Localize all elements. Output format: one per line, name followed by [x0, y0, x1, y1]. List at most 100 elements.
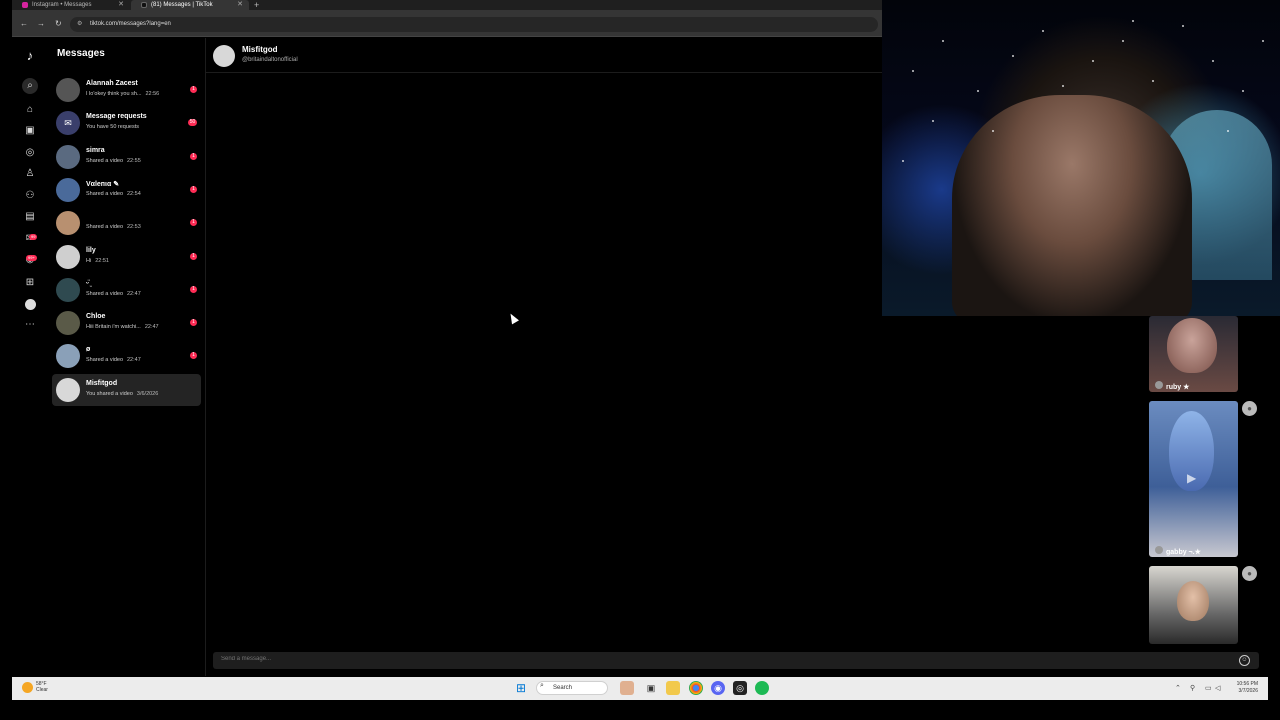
star-light	[977, 90, 979, 92]
unread-badge: 1	[190, 285, 197, 293]
avatar	[56, 344, 80, 369]
unread-badge: 1	[190, 219, 197, 227]
network-icon[interactable]: ▭	[1205, 684, 1212, 692]
spotify-icon[interactable]	[755, 681, 769, 695]
conversation-preview: You shared a video 3/6/2026	[86, 391, 158, 397]
reel-author: ruby ★	[1155, 376, 1189, 392]
list-divider	[205, 38, 206, 676]
chat-name[interactable]: Misfitgod	[242, 45, 278, 54]
reload-icon[interactable]: ↻	[55, 19, 62, 28]
conversation-preview: Hiii Britain i'm watchi... 22:47	[86, 324, 159, 330]
conversation-row[interactable]: Alannah Zacest I lo'okey think you sh... 2…	[52, 74, 201, 106]
task-view-icon[interactable]: ▣	[644, 681, 658, 695]
volume-icon[interactable]: ◁	[1215, 684, 1220, 692]
avatar	[56, 211, 80, 236]
play-icon: ▶	[1187, 471, 1197, 485]
preview-text: You shared a video	[86, 390, 133, 397]
explore-icon[interactable]: ◎	[22, 146, 38, 160]
discord-icon[interactable]: ◉	[711, 681, 725, 695]
obs-icon[interactable]: ◎	[733, 681, 747, 695]
live-icon[interactable]: ▤	[22, 210, 38, 224]
chat-handle[interactable]: @britaindaltonofficial	[242, 57, 298, 63]
message-input[interactable]	[221, 656, 521, 662]
conversation-row[interactable]: Shared a video 22:53 1	[52, 207, 201, 239]
weather-widget[interactable]: 58°F Clear	[36, 681, 48, 693]
conversation-preview: Shared a video 22:55	[86, 158, 141, 164]
conversation-row[interactable]: simra Shared a video 22:55 1	[52, 141, 201, 173]
conversation-name: Misfitgod	[86, 379, 118, 387]
mic-icon[interactable]: ⚲	[1190, 684, 1195, 692]
profile-icon[interactable]	[25, 299, 36, 310]
conversation-row[interactable]: lily Hi 22:51 1	[52, 241, 201, 273]
conversation-name: Message requests	[86, 113, 147, 121]
preview-text: You have 50 requests	[86, 124, 140, 131]
avatar	[56, 377, 80, 402]
star-light	[1122, 40, 1124, 42]
chat-header-divider	[205, 72, 882, 73]
conversation-row[interactable]: ᵕ̈ ̫ Shared a video 22:47 1	[52, 274, 201, 306]
site-info-icon[interactable]: ⚙	[77, 20, 82, 27]
preview-time: 22:53	[127, 224, 141, 231]
reel-thumbnail[interactable]: ruby ★	[1149, 316, 1238, 392]
star-light	[1012, 55, 1014, 57]
tab-instagram[interactable]: Instagram • Messages ✕	[12, 0, 130, 10]
more-icon[interactable]: ⋯	[22, 318, 38, 332]
star-light	[1262, 40, 1264, 42]
friends-icon[interactable]: ⚇	[22, 189, 38, 203]
tab-tiktok[interactable]: (81) Messages | TikTok ✕	[131, 0, 249, 10]
emoji-icon[interactable]: ☺	[1239, 655, 1250, 666]
star-light	[1182, 25, 1184, 27]
mouse-cursor	[507, 311, 519, 325]
star-light	[932, 120, 934, 122]
chat-avatar[interactable]	[213, 45, 235, 67]
conversation-name: lily	[86, 246, 96, 254]
preview-time: 22:54	[127, 190, 141, 197]
unread-badge: 1	[190, 86, 197, 93]
chrome-icon[interactable]	[689, 681, 703, 695]
conversation-row[interactable]: Misfitgod You shared a video 3/6/2026	[52, 373, 201, 406]
tiktok-logo-icon[interactable]: ♪	[22, 48, 38, 64]
forward-icon[interactable]: →	[37, 19, 45, 28]
preview-time: 22:51	[95, 257, 109, 264]
reel-thumbnail[interactable]: ▶ gabby ¬.★	[1149, 401, 1238, 557]
preview-time: 22:55	[127, 157, 141, 164]
search-icon[interactable]: ⌕	[22, 78, 38, 94]
tab-label: Instagram • Messages	[32, 2, 92, 8]
conversation-row[interactable]: Chloe Hiii Britain i'm watchi... 22:47 1	[52, 307, 201, 339]
reel-thumbnail[interactable]	[1149, 566, 1238, 644]
file-explorer-icon[interactable]	[666, 681, 680, 695]
star-light	[1062, 85, 1064, 87]
tiktok-icon	[141, 2, 147, 8]
back-icon[interactable]: ←	[20, 19, 28, 28]
activity-badge: 99+	[26, 255, 37, 261]
address-bar[interactable]	[70, 17, 878, 32]
windows-taskbar	[12, 677, 1268, 700]
shop-icon[interactable]: ▣	[22, 124, 38, 138]
tray-chevron-icon[interactable]: ⌃	[1175, 684, 1181, 692]
close-tab-icon[interactable]: ✕	[118, 0, 124, 10]
home-icon[interactable]: ⌂	[22, 103, 38, 117]
unread-badge: 1	[190, 185, 197, 193]
reel-more-button[interactable]: ●	[1242, 401, 1257, 416]
weather-desc: Clear	[36, 687, 48, 693]
close-tab-icon[interactable]: ✕	[237, 0, 243, 10]
unread-badge: 1	[190, 319, 197, 327]
new-tab-button[interactable]: +	[254, 0, 259, 10]
url-text: tiktok.com/messages?lang=en	[90, 21, 171, 27]
instagram-icon	[22, 2, 28, 8]
conversation-preview: Shared a video 22:54	[86, 191, 141, 197]
taskbar-clock[interactable]: 10:56 PM 3/7/2026	[1226, 681, 1258, 695]
conversation-row[interactable]: ✉ Message requests You have 50 requests 50	[52, 107, 201, 139]
taskbar-search[interactable]: Search	[536, 681, 608, 695]
messages-title: Messages	[57, 48, 105, 59]
windows-start-icon[interactable]: ⊞	[514, 681, 528, 695]
weather-icon[interactable]	[22, 682, 33, 693]
star-light	[1152, 80, 1154, 82]
preview-text: Hiii Britain i'm watchi...	[86, 324, 141, 331]
following-icon[interactable]: ♙	[22, 167, 38, 181]
upload-icon[interactable]: ⊞	[22, 276, 38, 290]
conversation-row[interactable]: ø Shared a video 22:47 1	[52, 340, 201, 372]
conversation-name: Alannah Zacest	[86, 80, 138, 87]
conversation-row[interactable]: Vαleпια ✎ Shared a video 22:54 1	[52, 174, 201, 206]
reel-more-button[interactable]: ●	[1242, 566, 1257, 581]
